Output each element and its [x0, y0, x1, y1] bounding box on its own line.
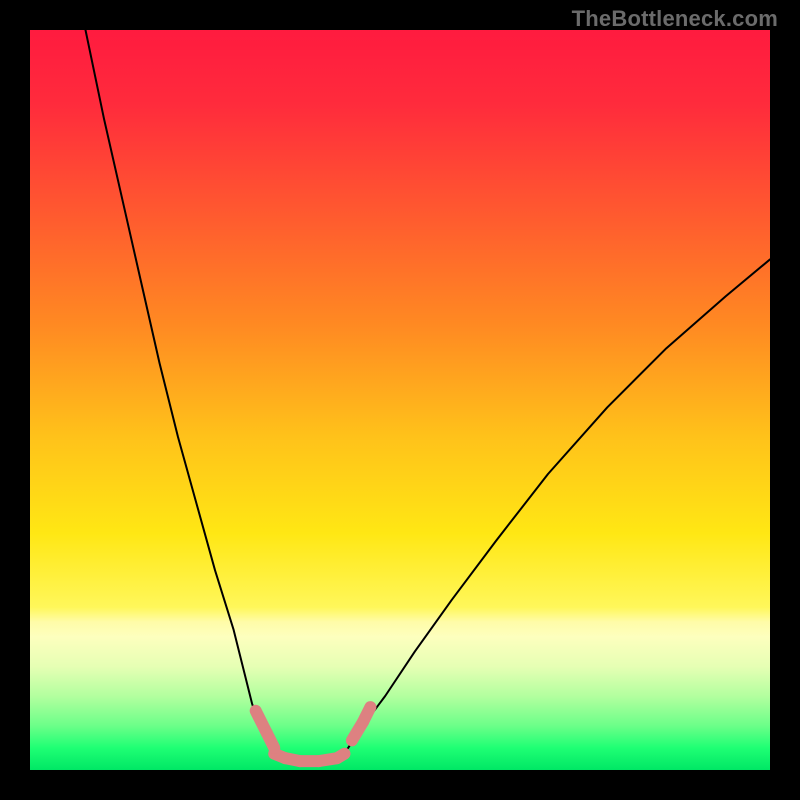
series-left-edge-overlay-seg: [267, 733, 274, 748]
outer-black-frame: TheBottleneck.com: [0, 0, 800, 800]
plot-area: [30, 30, 770, 770]
series-right-edge-overlay-seg: [363, 707, 370, 722]
chart-svg: [30, 30, 770, 770]
watermark-text: TheBottleneck.com: [572, 6, 778, 32]
chart-background-gradient: [30, 30, 770, 770]
series-floor-overlay-dashes-seg: [337, 754, 344, 758]
